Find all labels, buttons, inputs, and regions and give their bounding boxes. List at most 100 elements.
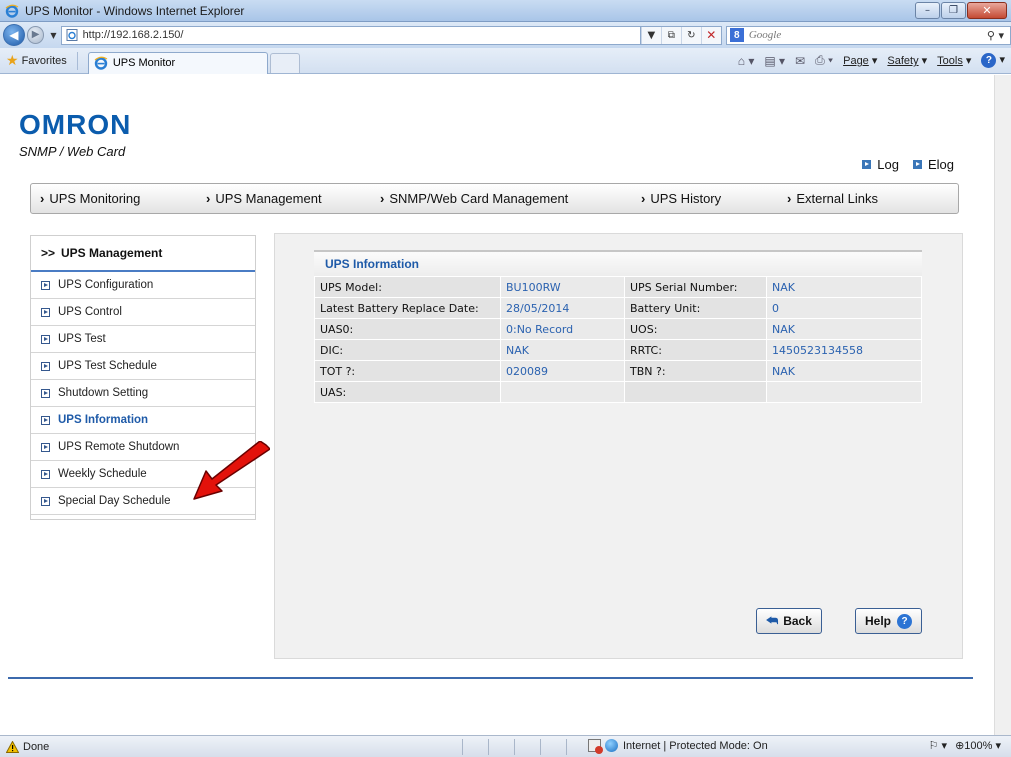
vertical-scrollbar[interactable]: [994, 75, 1011, 735]
close-button[interactable]: ✕: [967, 2, 1007, 19]
help-icon: ?: [897, 613, 912, 629]
globe-icon: [605, 739, 618, 752]
maximize-icon: ❐: [949, 4, 958, 16]
google-icon: 8: [729, 28, 744, 42]
arrow-right-icon: ▶: [31, 29, 40, 40]
chevron-right-icon: ›: [40, 191, 45, 206]
arrow-square-icon: [862, 160, 872, 169]
sidebar-item-ups-test-schedule[interactable]: UPS Test Schedule: [31, 353, 255, 380]
info-label: UAS:: [314, 381, 501, 403]
info-value: 0: [766, 297, 922, 319]
safety-menu[interactable]: Safety ▾: [887, 54, 927, 67]
protected-mode-icon[interactable]: ⚐ ▾: [929, 739, 947, 752]
chevron-right-icon: ›: [641, 191, 646, 206]
address-url: http://192.168.2.150/: [82, 29, 184, 41]
sidebar-item-ups-information[interactable]: UPS Information: [31, 407, 255, 434]
ie-logo-icon: [94, 56, 108, 70]
forward-nav-button[interactable]: ▶: [26, 26, 45, 44]
info-label: Battery Unit:: [624, 297, 767, 319]
sidebar-item-ups-control[interactable]: UPS Control: [31, 299, 255, 326]
arrow-square-icon: [41, 280, 50, 290]
history-dropdown-icon[interactable]: ▼: [50, 31, 56, 40]
minimize-button[interactable]: –: [915, 2, 940, 19]
help-button[interactable]: Help ?: [855, 608, 922, 634]
main-navigation: › UPS Monitoring › UPS Management › SNMP/We…: [30, 183, 959, 214]
log-label: Log: [877, 157, 899, 172]
page-icon: [66, 29, 78, 41]
help-menu[interactable]: ? ▾: [981, 53, 1005, 68]
window-title: UPS Monitor - Windows Internet Explorer: [25, 3, 245, 18]
nav-ups-monitoring[interactable]: › UPS Monitoring: [40, 191, 140, 206]
popup-blocked-icon[interactable]: [588, 739, 603, 754]
red-arrow-annotation-icon: [193, 441, 270, 500]
security-zone: Internet | Protected Mode: On: [623, 739, 768, 752]
nav-snmp-web-card-management[interactable]: › SNMP/Web Card Management: [380, 191, 568, 206]
info-title: UPS Information: [314, 250, 922, 276]
new-tab-button[interactable]: [269, 52, 300, 73]
chevron-right-icon: ›: [206, 191, 211, 206]
table-row: TOT ?: 020089 TBN ?: NAK: [314, 360, 922, 382]
browser-tab[interactable]: UPS Monitor: [87, 51, 268, 74]
nav-external-links[interactable]: › External Links: [787, 191, 878, 206]
info-label: [624, 381, 767, 403]
search-placeholder: Google: [748, 29, 782, 41]
page-menu[interactable]: Page ▾: [843, 54, 877, 67]
info-label: UAS0:: [314, 318, 501, 340]
info-label: Latest Battery Replace Date:: [314, 297, 501, 319]
warning-icon: [6, 740, 19, 753]
sidebar-item-ups-configuration[interactable]: UPS Configuration: [31, 272, 255, 299]
home-icon[interactable]: ⌂ ▾: [738, 54, 755, 68]
stop-icon: ✕: [706, 28, 717, 42]
table-row: UAS0: 0:No Record UOS: NAK: [314, 318, 922, 340]
page-viewport: OMRON SNMP / Web Card Log Elog › UPS Moni…: [0, 75, 1011, 735]
omron-logo: OMRON: [19, 109, 132, 140]
info-value: BU100RW: [500, 276, 625, 298]
refresh-icon[interactable]: ↻: [680, 26, 701, 44]
log-link[interactable]: Log: [862, 157, 899, 172]
info-value: 0:No Record: [500, 318, 625, 340]
tools-menu[interactable]: Tools ▾: [937, 54, 971, 67]
info-value: [766, 381, 922, 403]
print-icon[interactable]: ⎙ ▾: [815, 53, 833, 68]
arrow-square-icon: [41, 442, 50, 452]
search-input[interactable]: 8 Google ⚲ ▾: [725, 25, 1011, 45]
info-label: TBN ?:: [624, 360, 767, 382]
sidebar-heading: >> UPS Management: [31, 236, 255, 272]
arrow-square-icon: [41, 415, 50, 425]
back-nav-button[interactable]: ◀: [3, 24, 25, 46]
arrow-left-icon: ◀: [9, 28, 19, 42]
reply-arrow-icon: ⮪: [766, 613, 779, 628]
zoom-control[interactable]: ⊕100% ▾: [955, 739, 1001, 752]
address-dropdown-icon[interactable]: ▼: [640, 26, 661, 44]
maximize-button[interactable]: ❐: [941, 2, 966, 19]
table-row: Latest Battery Replace Date: 28/05/2014 Ba…: [314, 297, 922, 319]
compatibility-icon[interactable]: ⧉: [660, 26, 681, 44]
arrow-square-icon: [41, 334, 50, 344]
info-value: NAK: [766, 276, 922, 298]
arrow-square-icon: [41, 496, 50, 506]
nav-ups-management[interactable]: › UPS Management: [206, 191, 322, 206]
sidebar-item-shutdown-setting[interactable]: Shutdown Setting: [31, 380, 255, 407]
arrow-square-icon: [912, 160, 922, 169]
star-icon: ★: [6, 52, 19, 68]
stop-button[interactable]: ✕: [700, 26, 721, 44]
address-toolbar: ◀ ▶ ▼ http://192.168.2.150/ ▼ ⧉ ↻ ✕ 8 Go…: [0, 22, 1011, 48]
mail-icon[interactable]: ✉: [795, 54, 805, 68]
footer-divider: [8, 677, 973, 679]
table-row: UAS:: [314, 381, 922, 403]
help-icon: ?: [981, 53, 997, 68]
search-icon[interactable]: ⚲ ▾: [987, 29, 1004, 42]
chevron-right-icon: ›: [380, 191, 385, 206]
info-value: NAK: [766, 318, 922, 340]
sidebar-item-ups-test[interactable]: UPS Test: [31, 326, 255, 353]
ups-information-table: UPS Model: BU100RW UPS Serial Number: NAK La…: [314, 276, 922, 403]
elog-link[interactable]: Elog: [912, 157, 954, 172]
nav-ups-history[interactable]: › UPS History: [641, 191, 721, 206]
favorites-button[interactable]: ★ Favorites: [6, 52, 67, 69]
back-button[interactable]: ⮪ Back: [756, 608, 822, 634]
address-input[interactable]: http://192.168.2.150/: [60, 25, 641, 45]
table-row: UPS Model: BU100RW UPS Serial Number: NAK: [314, 276, 922, 298]
feeds-icon[interactable]: ▤ ▾: [764, 54, 785, 68]
page-subtitle: SNMP / Web Card: [19, 144, 126, 159]
info-value: NAK: [500, 339, 625, 361]
